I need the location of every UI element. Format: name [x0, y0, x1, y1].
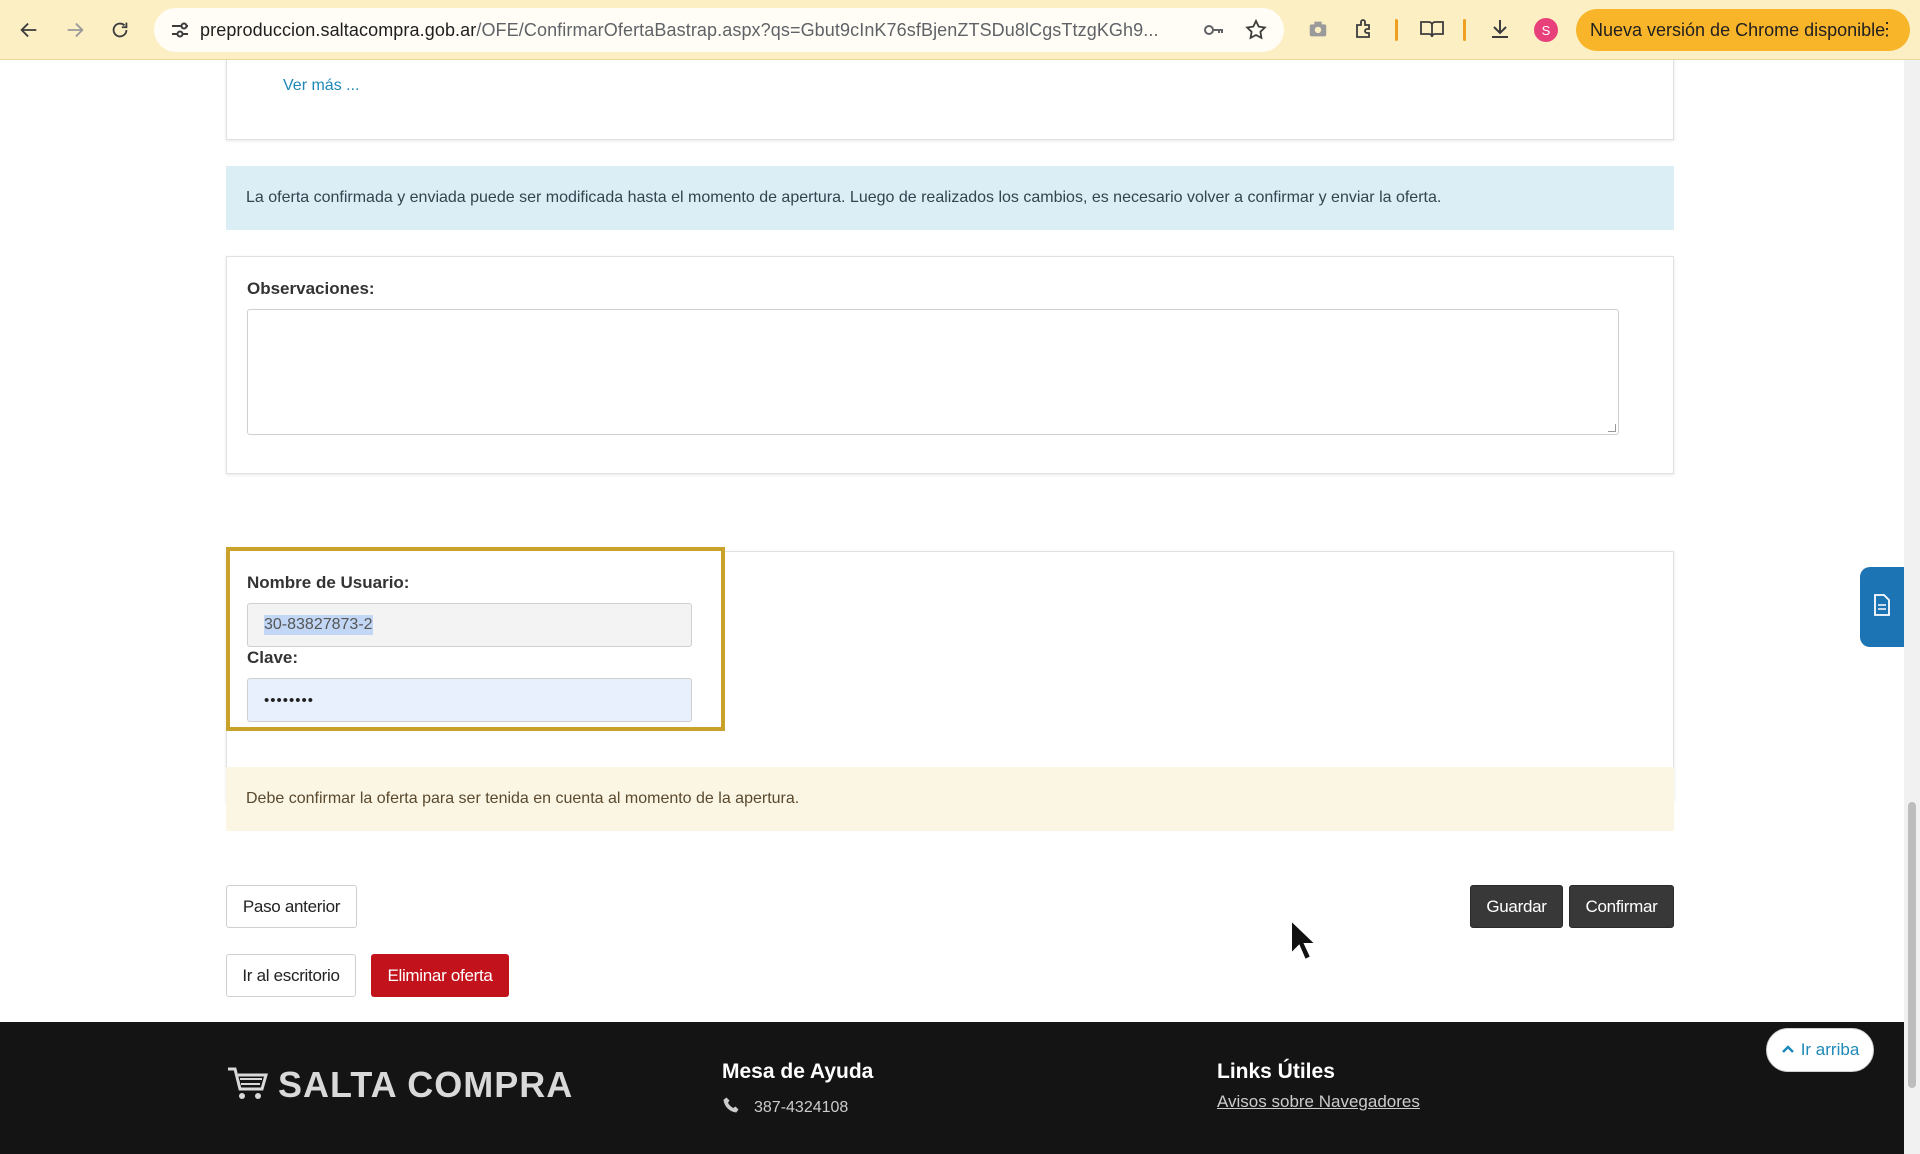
phone-icon: [722, 1096, 740, 1119]
brand-name: SALTA COMPRA: [278, 1064, 574, 1105]
previous-step-button[interactable]: Paso anterior: [226, 885, 357, 928]
profile-avatar[interactable]: S: [1534, 18, 1558, 42]
page-scrollbar[interactable]: [1904, 60, 1920, 1154]
document-icon: [1873, 593, 1891, 621]
browser-notices-link[interactable]: Avisos sobre Navegadores: [1217, 1092, 1420, 1112]
resize-grip-icon[interactable]: [1608, 424, 1616, 432]
bookmark-star-icon[interactable]: [1244, 18, 1268, 42]
password-input[interactable]: ••••••••: [247, 678, 692, 722]
camera-icon[interactable]: [1304, 15, 1332, 43]
url-text: preproduccion.saltacompra.gob.ar/OFE/Con…: [200, 20, 1159, 41]
delete-offer-button[interactable]: Eliminar oferta: [371, 954, 509, 997]
site-settings-icon[interactable]: [168, 18, 192, 42]
save-button[interactable]: Guardar: [1470, 885, 1563, 928]
side-document-tab[interactable]: [1860, 567, 1904, 647]
shopping-cart-icon: [226, 1065, 268, 1106]
site-footer: SALTA COMPRA Mesa de Ayuda 387-4324108 L…: [0, 1022, 1904, 1154]
see-more-link[interactable]: Ver más ...: [283, 77, 359, 95]
go-to-desktop-button[interactable]: Ir al escritorio: [226, 954, 356, 997]
help-phone: 387-4324108: [722, 1096, 848, 1119]
download-icon[interactable]: [1486, 15, 1514, 43]
username-input[interactable]: 30-83827873-2: [247, 603, 692, 647]
browser-toolbar: preproduccion.saltacompra.gob.ar/OFE/Con…: [0, 0, 1920, 60]
observations-label: Observaciones:: [247, 279, 375, 298]
password-label: Clave:: [247, 648, 299, 667]
chevron-up-icon: [1781, 1040, 1795, 1060]
url-host: preproduccion.saltacompra.gob.ar: [200, 20, 477, 40]
key-icon[interactable]: [1202, 18, 1226, 42]
username-label: Nombre de Usuario:: [247, 573, 410, 592]
details-panel: Ver más ...: [226, 60, 1674, 140]
confirm-button[interactable]: Confirmar: [1569, 885, 1674, 928]
reading-mode-icon[interactable]: [1418, 15, 1446, 43]
toolbar-separator: [1395, 19, 1398, 41]
help-phone-number: 387-4324108: [754, 1098, 849, 1116]
info-alert: La oferta confirmada y enviada puede ser…: [226, 166, 1674, 230]
scrollbar-thumb[interactable]: [1908, 802, 1916, 1088]
observations-panel: Observaciones:: [226, 256, 1674, 474]
brand-logo[interactable]: SALTA COMPRA: [226, 1064, 573, 1106]
help-desk-title: Mesa de Ayuda: [722, 1060, 874, 1083]
page-content: Ver más ... La oferta confirmada y envia…: [0, 60, 1904, 1154]
chrome-update-button[interactable]: Nueva versión de Chrome disponible ⋮: [1576, 9, 1910, 51]
forward-arrow-icon[interactable]: [57, 12, 93, 48]
observations-textarea[interactable]: [247, 309, 1619, 435]
url-path: /OFE/ConfirmarOfertaBastrap.aspx?qs=Gbut…: [476, 20, 1159, 40]
username-value: 30-83827873-2: [264, 615, 373, 635]
update-label: Nueva versión de Chrome disponible: [1590, 19, 1886, 40]
password-value: ••••••••: [264, 691, 315, 709]
back-arrow-icon[interactable]: [11, 12, 47, 48]
back-to-top-button[interactable]: Ir arriba: [1766, 1028, 1874, 1072]
toolbar-separator: [1463, 19, 1466, 41]
useful-links-title: Links Útiles: [1217, 1060, 1335, 1083]
reload-icon[interactable]: [102, 12, 138, 48]
extensions-puzzle-icon[interactable]: [1350, 15, 1378, 43]
warning-alert: Debe confirmar la oferta para ser tenida…: [226, 767, 1674, 831]
address-bar[interactable]: preproduccion.saltacompra.gob.ar/OFE/Con…: [154, 8, 1284, 52]
mouse-cursor-icon: [1289, 917, 1319, 962]
back-to-top-label: Ir arriba: [1800, 1040, 1860, 1059]
more-vertical-icon[interactable]: ⋮: [1878, 19, 1896, 39]
credentials-highlight: Nombre de Usuario: 30-83827873-2 Clave: …: [226, 547, 725, 731]
